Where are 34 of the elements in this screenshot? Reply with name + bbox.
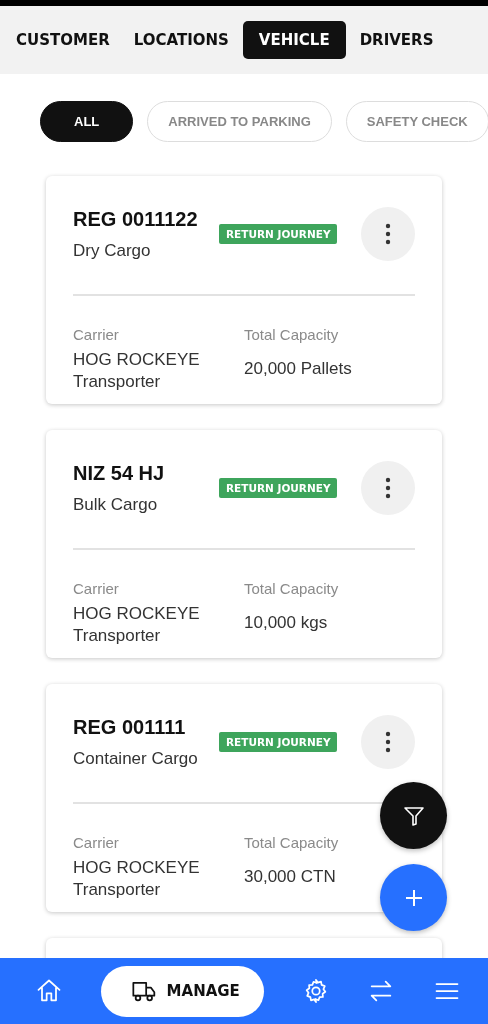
tab[interactable]: LOCATIONS [123,21,239,59]
field-label: Total Capacity [244,580,340,597]
field-label: Total Capacity [244,326,340,343]
field-label: Carrier [73,834,120,851]
status-badge: RETURN JOURNEY [219,224,338,244]
capacity-value: 20,000 Pallets [244,358,353,380]
more-icon [385,731,391,753]
filter-chip[interactable]: ARRIVED TO PARKING [147,101,332,142]
capacity-value: 30,000 CTN [244,866,337,888]
cargo-type: Container Cargo [73,748,199,769]
plus-icon [403,887,424,908]
manage-button[interactable]: MANAGE [100,965,264,1017]
field-label: Carrier [73,326,120,343]
more-icon [385,223,391,245]
registration-number: NIZ 54 HJ [73,461,166,485]
more-icon [385,477,391,499]
status-badge: RETURN JOURNEY [219,732,338,752]
cargo-type: Bulk Cargo [73,494,159,515]
carrier-name: HOG ROCKEYE Transporter [73,857,201,901]
tab[interactable]: DRIVERS [349,21,444,59]
add-button[interactable] [380,864,447,931]
carrier-name: HOG ROCKEYE Transporter [73,603,201,647]
tab[interactable]: CUSTOMER [6,21,120,59]
registration-number: REG 001111 [73,715,187,739]
field-label: Total Capacity [244,834,340,851]
tab[interactable]: VEHICLE [242,21,346,59]
status-badge: RETURN JOURNEY [219,478,338,498]
field-label: Carrier [73,580,120,597]
registration-number: REG 0011122 [73,207,199,231]
capacity-value: 10,000 kgs [244,612,329,634]
filter-chip[interactable]: SAFETY CHECK [345,101,488,142]
filter-chip[interactable]: ALL [40,101,134,142]
cargo-type: Dry Cargo [73,240,152,261]
carrier-name: HOG ROCKEYE Transporter [73,349,201,393]
